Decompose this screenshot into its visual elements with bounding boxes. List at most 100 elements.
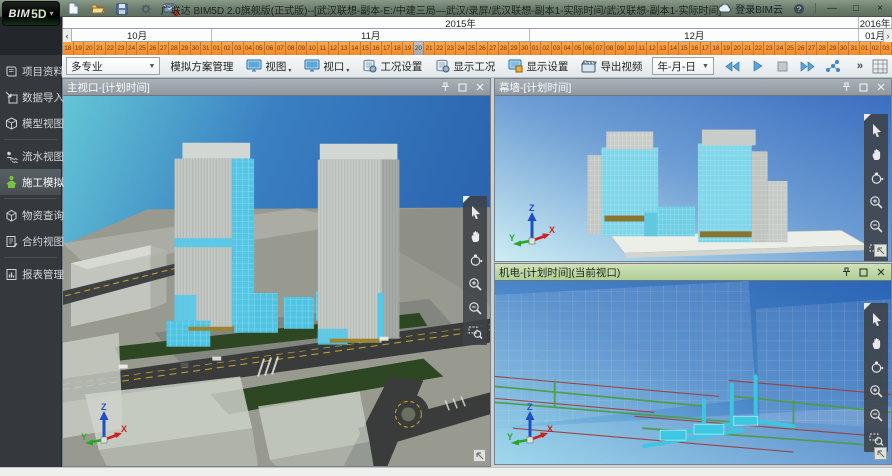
zoom-in-button[interactable] (867, 383, 885, 398)
timeline-day-cell[interactable]: 16 (690, 42, 701, 55)
timeline-day-cell[interactable]: 20 (732, 42, 743, 55)
timeline-day-cell[interactable]: 05 (254, 42, 265, 55)
timeline-day-cell[interactable]: 21 (743, 42, 754, 55)
select-cursor-button[interactable] (867, 122, 885, 137)
date-format-dropdown[interactable]: 年-月-日 ▼ (652, 57, 713, 75)
viewport-mep[interactable]: 机电-[计划时间](当前视口) (494, 263, 892, 465)
timeline-day-cell[interactable]: 02 (871, 42, 882, 55)
maximize-button[interactable]: □ (848, 2, 864, 16)
flow-network-button[interactable] (825, 58, 841, 74)
zoom-out-button[interactable] (867, 407, 885, 422)
close-viewport-icon[interactable] (874, 266, 887, 278)
timeline-day-cell[interactable]: 26 (477, 42, 488, 55)
rewind-button[interactable] (725, 58, 741, 74)
app-logo[interactable]: BIM 5D ▾ (2, 1, 60, 26)
stop-button[interactable] (775, 58, 791, 74)
timeline-day-cell[interactable]: 31 (849, 42, 860, 55)
timeline-day-cell[interactable]: 27 (488, 42, 499, 55)
close-viewport-icon[interactable] (874, 81, 887, 93)
export-video-button[interactable]: 导出视频 (578, 58, 645, 75)
timeline-prev-arrow[interactable]: ‹ (63, 29, 72, 42)
pan-hand-button[interactable] (867, 335, 885, 350)
login-bim-cloud-button[interactable]: 登录BIM云 (718, 1, 783, 16)
orbit-rotate-button[interactable] (867, 170, 885, 185)
timeline-day-cell[interactable]: 29 (828, 42, 839, 55)
timeline-day-cell[interactable]: 03 (881, 42, 892, 55)
timeline-day-cell[interactable]: 10 (626, 42, 637, 55)
sidebar-item-流水视图[interactable]: 流水视图 (0, 143, 61, 169)
timeline-day-cell[interactable]: 11 (318, 42, 329, 55)
pin-icon[interactable] (439, 81, 452, 93)
timeline-day-cell[interactable]: 29 (180, 42, 191, 55)
sidebar-item-物资查询[interactable]: 物资查询 (0, 202, 61, 228)
timeline-day-cell[interactable]: 28 (817, 42, 828, 55)
viewport-button[interactable]: 视口▾ (301, 58, 352, 75)
zoom-in-button[interactable] (466, 276, 484, 291)
specialty-dropdown[interactable]: 多专业 ▼ (66, 57, 160, 75)
timeline-day-cell[interactable]: 15 (361, 42, 372, 55)
timeline-day-cell[interactable]: 19 (403, 42, 414, 55)
timeline-day-cell[interactable]: 06 (584, 42, 595, 55)
select-cursor-button[interactable] (867, 311, 885, 326)
timeline-day-cell[interactable]: 21 (95, 42, 106, 55)
timeline-day-cell[interactable]: 09 (297, 42, 308, 55)
timeline-day-cell[interactable]: 04 (244, 42, 255, 55)
timeline-day-cell[interactable]: 25 (786, 42, 797, 55)
timeline-day-cell[interactable]: 24 (456, 42, 467, 55)
timeline-day-cell[interactable]: 12 (647, 42, 658, 55)
timeline-day-cell[interactable]: 19 (74, 42, 85, 55)
help-button[interactable]: ? (791, 2, 807, 16)
timeline-day-cell[interactable]: 13 (339, 42, 350, 55)
close-button[interactable]: × (872, 2, 888, 16)
timeline-day-cell[interactable]: 23 (764, 42, 775, 55)
timeline-day-cell[interactable]: 05 (573, 42, 584, 55)
timeline-day-cell[interactable]: 01 (531, 42, 542, 55)
timeline-day-cell[interactable]: 13 (658, 42, 669, 55)
sidebar-item-项目资料[interactable]: 项目资料 (0, 58, 61, 84)
viewport-curtain-wall[interactable]: 幕墙-[计划时间] (494, 78, 892, 262)
zoom-window-button[interactable] (867, 431, 885, 446)
mep-3d-scene[interactable]: Z X Y (495, 281, 891, 464)
timeline-day-cell[interactable]: 06 (265, 42, 276, 55)
timeline-day-cell[interactable]: 28 (169, 42, 180, 55)
timeline-day-cell[interactable]: 14 (669, 42, 680, 55)
timeline-day-cell[interactable]: 03 (233, 42, 244, 55)
timeline-day-cell[interactable]: 15 (679, 42, 690, 55)
viewport-curtain-header[interactable]: 幕墙-[计划时间] (495, 79, 891, 96)
pin-icon[interactable] (840, 266, 853, 278)
timeline-day-cell-selected[interactable]: 20 (414, 42, 425, 55)
timeline-day-cell[interactable]: 26 (796, 42, 807, 55)
timeline-day-cell[interactable]: 08 (286, 42, 297, 55)
fast-forward-button[interactable] (800, 58, 816, 74)
viewport-mep-header[interactable]: 机电-[计划时间](当前视口) (495, 264, 891, 281)
zoom-out-button[interactable] (867, 218, 885, 233)
timeline-day-cell[interactable]: 03 (552, 42, 563, 55)
timeline-day-cell[interactable]: 29 (509, 42, 520, 55)
timeline-day-cell[interactable]: 18 (711, 42, 722, 55)
simulation-plan-manage-button[interactable]: 模拟方案管理 (167, 58, 236, 75)
timeline-day-cell[interactable]: 27 (807, 42, 818, 55)
main-viewport-expand-button[interactable] (473, 449, 486, 462)
minimize-button[interactable]: — (824, 2, 840, 16)
timeline-day-cell[interactable]: 14 (350, 42, 361, 55)
timeline-day-cell[interactable]: 18 (63, 42, 74, 55)
timeline-day-cell[interactable]: 30 (839, 42, 850, 55)
timeline-day-cell[interactable]: 11 (637, 42, 648, 55)
sidebar-item-合约视图[interactable]: 合约视图 (0, 228, 61, 254)
play-button[interactable] (750, 58, 766, 74)
timeline-day-cell[interactable]: 30 (520, 42, 531, 55)
viewport-main[interactable]: 主视口-[计划时间] (62, 78, 491, 467)
show-work-condition-button[interactable]: 显示工况 (432, 58, 498, 75)
maximize-viewport-icon[interactable] (857, 81, 870, 93)
pan-hand-button[interactable] (466, 228, 484, 243)
timeline-day-cell[interactable]: 23 (446, 42, 457, 55)
timeline-day-cell[interactable]: 24 (127, 42, 138, 55)
work-condition-settings-button[interactable]: 工况设置 (359, 58, 425, 75)
timeline-day-cell[interactable]: 23 (116, 42, 127, 55)
sidebar-item-施工模拟[interactable]: 施工模拟 (0, 169, 61, 195)
timeline-day-cell[interactable]: 10 (307, 42, 318, 55)
select-cursor-button[interactable] (466, 204, 484, 219)
timeline-day-cell[interactable]: 01 (860, 42, 871, 55)
timeline-day-cell[interactable]: 27 (159, 42, 170, 55)
maximize-viewport-icon[interactable] (456, 81, 469, 93)
